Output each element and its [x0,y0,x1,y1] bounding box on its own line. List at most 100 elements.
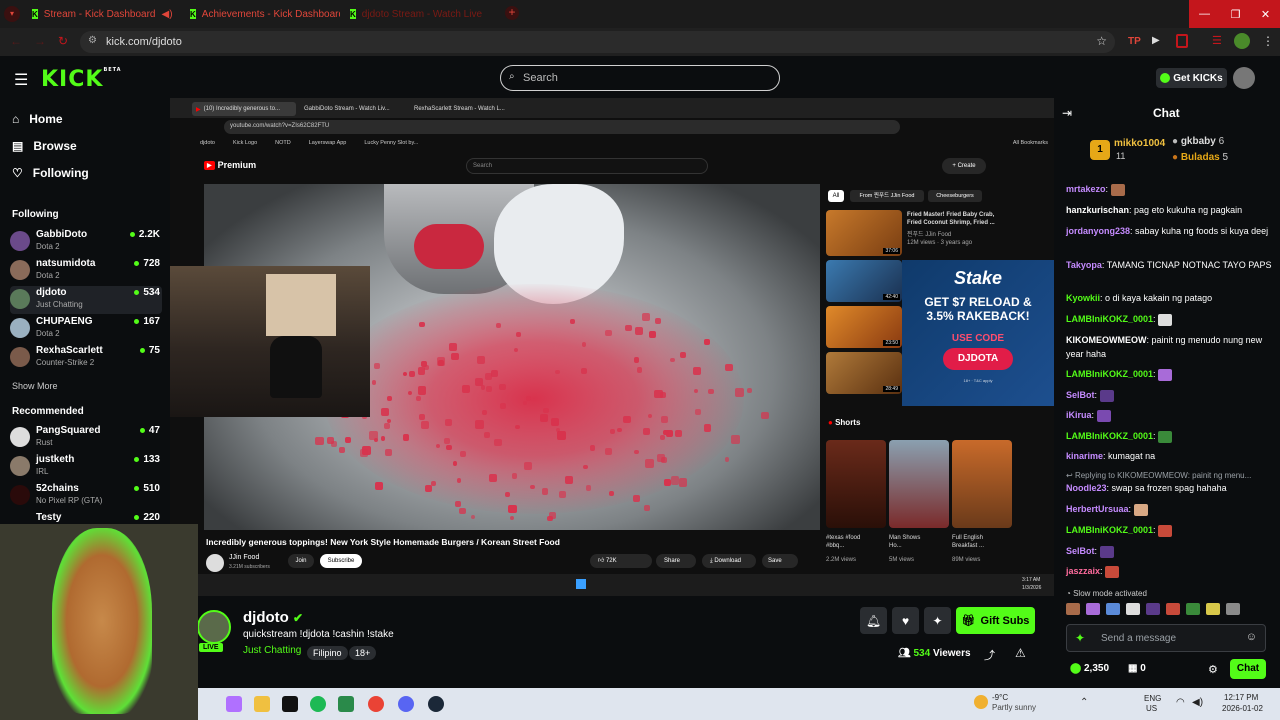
stream-category[interactable]: Just Chatting [243,645,301,656]
spotify-icon[interactable] [310,696,326,712]
sidebar-channel-52chains[interactable]: 52chains No Pixel RP (GTA) 510 [10,482,162,510]
nav-browse[interactable]: ▤ Browse [12,139,77,153]
youtube-share-button: Share [656,554,696,568]
audio-icon[interactable]: ◀) [162,9,173,20]
short-views: 2.2M views [826,557,857,563]
tiktok-icon[interactable] [282,696,298,712]
show-more-link[interactable]: Show More [12,381,58,391]
get-kicks-button[interactable]: Get KICKs [1156,68,1227,88]
nav-home[interactable]: ⌂ Home [12,112,63,126]
rewards-count[interactable]: ▦ 0 [1128,663,1146,674]
tag-18plus[interactable]: 18+ [349,643,377,661]
reload-icon[interactable]: ↻ [58,34,68,48]
rank-badge: 1 [1090,140,1110,160]
emote-icon[interactable] [1086,603,1100,615]
forward-icon[interactable]: → [34,34,46,48]
meat-piece [678,478,688,487]
sidebar-channel-rexhascarlett[interactable]: RexhaScarlett Counter-Strike 2 75 [10,344,162,372]
tray-chevron-icon[interactable]: ⌃ [1080,697,1088,708]
chat-message: SelBot: [1066,544,1272,558]
report-icon[interactable]: ⚠ [1015,646,1026,660]
menu-icon[interactable]: ⋮ [1262,34,1274,48]
sidebar-channel-pangsquared[interactable]: PangSquared Rust 47 [10,424,162,452]
chat-settings-icon[interactable]: ⚙ [1208,663,1218,676]
sidebar-channel-djdoto[interactable]: djdoto Just Chatting 534 [10,286,162,314]
url-field[interactable]: ⚙ kick.com/djdoto ☆ [80,31,1115,53]
extension-icon[interactable] [1176,34,1188,48]
search-input[interactable]: ⌕ Search [500,65,780,91]
sidebar-channel-natsumidota[interactable]: natsumidota Dota 2 728 [10,257,162,285]
user-avatar[interactable] [1233,67,1255,89]
collapse-chat-icon[interactable]: ⇥ [1062,106,1072,120]
tag-filipino[interactable]: Filipino [307,643,348,661]
tab-achievements[interactable]: KAchievements - Kick Dashboard◀)✕ [190,4,340,24]
copilot-icon[interactable] [226,696,242,712]
extension-icon[interactable]: ☰ [1212,34,1222,47]
heart-icon: ♥ [901,613,910,628]
discord-icon[interactable] [398,696,414,712]
bell-icon: 🔔︎ [865,613,882,628]
emote-icon[interactable] [1146,603,1160,615]
share-icon[interactable]: ⤴ [984,647,995,663]
sidebar-channel-justketh[interactable]: justketh IRL 133 [10,453,162,481]
nav-following[interactable]: ♡ Following [12,166,89,180]
notification-bell-button[interactable]: 🔔︎ [860,607,887,634]
emote-icon[interactable] [1226,603,1240,615]
streamer-name[interactable]: djdoto ✔ [243,609,303,626]
taskbar-time[interactable]: 12:17 PM [1224,693,1258,702]
site-info-icon[interactable]: ⚙ [88,35,97,46]
emote-icon[interactable] [1106,603,1120,615]
maximize-button[interactable]: ❐ [1220,0,1251,28]
emote-icon[interactable] [1186,603,1200,615]
youtube-like-button: 👍︎ 72K [590,554,652,568]
meat-piece [494,439,502,447]
follow-heart-button[interactable]: ♥ [892,607,919,634]
short-thumbnail [826,440,886,528]
bookmark-star-icon[interactable]: ☆ [1096,34,1107,48]
close-window-button[interactable]: ✕ [1251,0,1280,28]
lang-indicator[interactable]: ENG [1144,694,1161,703]
play-extension-icon[interactable]: ▶ [1152,35,1160,46]
emote-icon[interactable] [1066,603,1080,615]
meat-piece [605,329,612,337]
hamburger-menu-icon[interactable]: ☰ [14,70,28,90]
tab-stream-dashboard[interactable]: KStream - Kick Dashboard◀)✕ [32,4,172,24]
close-tab-icon[interactable]: ✕ [494,9,495,20]
sidebar-channel-chupaeng[interactable]: CHUPAENG Dota 2 167 [10,315,162,343]
gift-subs-button[interactable]: 🎁︎ Gift Subs [956,607,1035,634]
extension-icon[interactable]: TP [1128,36,1141,47]
new-tab-button[interactable]: + [505,6,519,20]
emote-icon[interactable] [1166,603,1180,615]
volume-icon[interactable]: ◀) [1192,697,1203,708]
chat-message: LAMBIniKOKZ_0001: [1066,312,1272,326]
clip-button[interactable]: ✦ [924,607,951,634]
minimize-button[interactable]: — [1189,0,1220,28]
emote-icon[interactable] [1126,603,1140,615]
meat-piece [694,409,701,416]
streamer-avatar[interactable] [197,610,231,644]
chrome-icon[interactable] [368,696,384,712]
emote-bar[interactable] [1066,603,1266,617]
meat-piece [475,420,485,429]
profile-icon[interactable] [1234,33,1250,49]
emote-icon[interactable] [1206,603,1220,615]
tab-search-icon[interactable]: ▾ [4,6,20,22]
steam-icon[interactable] [428,696,444,712]
meat-piece [511,473,518,480]
sidebar-channel-gabbidoto[interactable]: GabbiDoto Dota 2 2.2K [10,228,162,256]
emoji-icon[interactable]: ☺ [1246,631,1257,643]
meat-piece [645,459,654,469]
chat-send-button[interactable]: Chat [1230,659,1266,679]
chat-input[interactable]: ✦ Send a message ☺ [1066,624,1266,652]
stream-video-player[interactable]: ▶ (10) Incredibly generous to... GabbiDot… [170,98,1054,596]
kicks-points[interactable]: ⬤ 2,350 [1070,663,1109,674]
back-icon[interactable]: ← [10,34,22,48]
tab-djdoto-stream[interactable]: Kdjdoto Stream - Watch Live✕ [350,4,495,24]
file-explorer-icon[interactable] [254,696,270,712]
kick-logo[interactable]: KICKBETA [41,67,122,92]
viewer-count: 👥︎ 534 Viewers [898,648,971,659]
wifi-icon[interactable]: ◠ [1176,697,1185,708]
meat-piece [649,331,657,339]
meat-piece [565,476,573,484]
app-icon[interactable] [338,696,354,712]
